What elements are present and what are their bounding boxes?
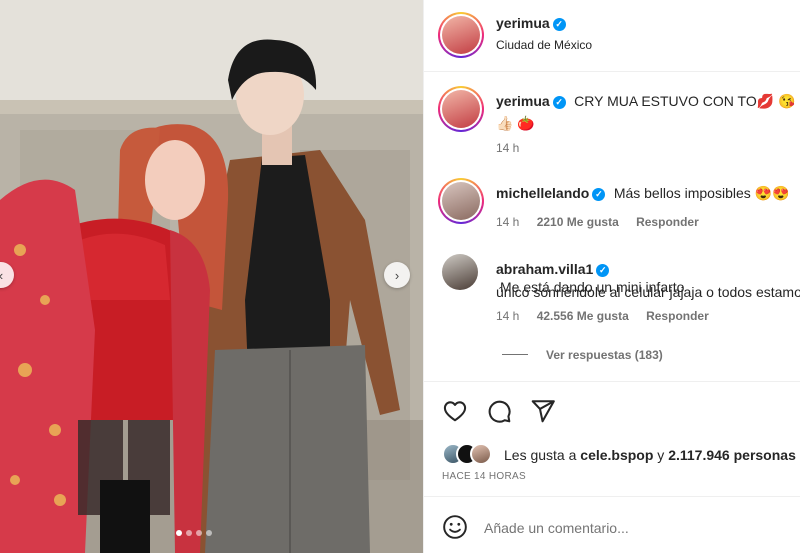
chevron-right-icon: › xyxy=(394,267,400,283)
caption-time: 14 h xyxy=(496,141,520,155)
reply-button[interactable]: Responder xyxy=(646,309,709,323)
comment-input[interactable] xyxy=(484,517,784,539)
caption: yerimua ✓ CRY MUA ESTUVO CON TO💋 😘 xyxy=(496,93,795,111)
comment-text: Más bellos imposibles 😍😍 xyxy=(613,185,790,201)
paper-plane-icon[interactable] xyxy=(530,398,556,424)
divider xyxy=(424,381,800,382)
post-timestamp[interactable]: HACE 14 HORAS xyxy=(442,471,526,482)
carousel-dot xyxy=(206,530,212,536)
carousel-dot xyxy=(196,530,202,536)
caption-text-line2: 👍🏻 🍅 xyxy=(496,115,535,131)
post-photo[interactable]: ‹ › xyxy=(0,0,423,553)
heart-icon[interactable] xyxy=(442,398,468,424)
comment-meta: 14 h 42.556 Me gusta Responder xyxy=(496,309,709,323)
comment-time: 14 h xyxy=(496,309,520,323)
next-slide-button[interactable]: › xyxy=(384,262,410,288)
view-replies-button[interactable]: Ver respuestas (183) xyxy=(546,348,663,362)
author-username[interactable]: yerimua xyxy=(496,15,550,31)
verified-badge-icon: ✓ xyxy=(592,188,606,201)
post-details-panel: yerimua ✓ Ciudad de México yerimua ✓ CRY M… xyxy=(423,0,800,553)
verified-badge-icon: ✓ xyxy=(552,96,566,109)
author-avatar[interactable] xyxy=(438,12,484,58)
post-location[interactable]: Ciudad de México xyxy=(496,38,592,52)
liker-username[interactable]: cele.bspop xyxy=(580,447,653,463)
smiley-icon[interactable] xyxy=(442,514,468,540)
likes-conjunction: y xyxy=(653,447,669,463)
caption-text: CRY MUA ESTUVO CON TO💋 😘 xyxy=(574,93,796,109)
carousel-dot xyxy=(186,530,192,536)
comment-text-line2: único sonriéndole al celular jajaja o to… xyxy=(496,284,800,300)
comment-time: 14 h xyxy=(496,215,520,229)
likes-prefix: Les gusta a xyxy=(504,447,581,463)
photo-illustration xyxy=(0,0,423,553)
carousel-dot xyxy=(176,530,182,536)
post-header: yerimua ✓ Ciudad de México xyxy=(424,0,800,72)
verified-badge-icon: ✓ xyxy=(552,18,566,31)
comment-likes[interactable]: 42.556 Me gusta xyxy=(537,309,629,323)
comment-likes[interactable]: 2210 Me gusta xyxy=(537,215,619,229)
comment-username[interactable]: michellelando xyxy=(496,185,589,201)
caption-username[interactable]: yerimua xyxy=(496,93,550,109)
comment-avatar[interactable] xyxy=(442,254,478,290)
likes-summary: Les gusta a cele.bspop y 2.117.946 perso… xyxy=(504,447,796,463)
liker-avatar xyxy=(470,443,492,465)
comment-bubble-icon[interactable] xyxy=(486,398,512,424)
likes-count[interactable]: 2.117.946 personas xyxy=(668,447,796,463)
chevron-left-icon: ‹ xyxy=(0,268,3,283)
comment-avatar[interactable] xyxy=(438,178,484,224)
divider xyxy=(424,496,800,497)
comment: michellelando ✓ Más bellos imposibles 😍😍 xyxy=(496,185,790,203)
replies-line xyxy=(502,354,528,355)
verified-badge-icon: ✓ xyxy=(596,264,610,277)
caption-avatar[interactable] xyxy=(438,86,484,132)
comment-username[interactable]: abraham.villa1 xyxy=(496,261,593,277)
carousel-indicator xyxy=(176,530,212,536)
comment-meta: 14 h 2210 Me gusta Responder xyxy=(496,215,699,229)
reply-button[interactable]: Responder xyxy=(636,215,699,229)
post-actions xyxy=(442,398,556,424)
